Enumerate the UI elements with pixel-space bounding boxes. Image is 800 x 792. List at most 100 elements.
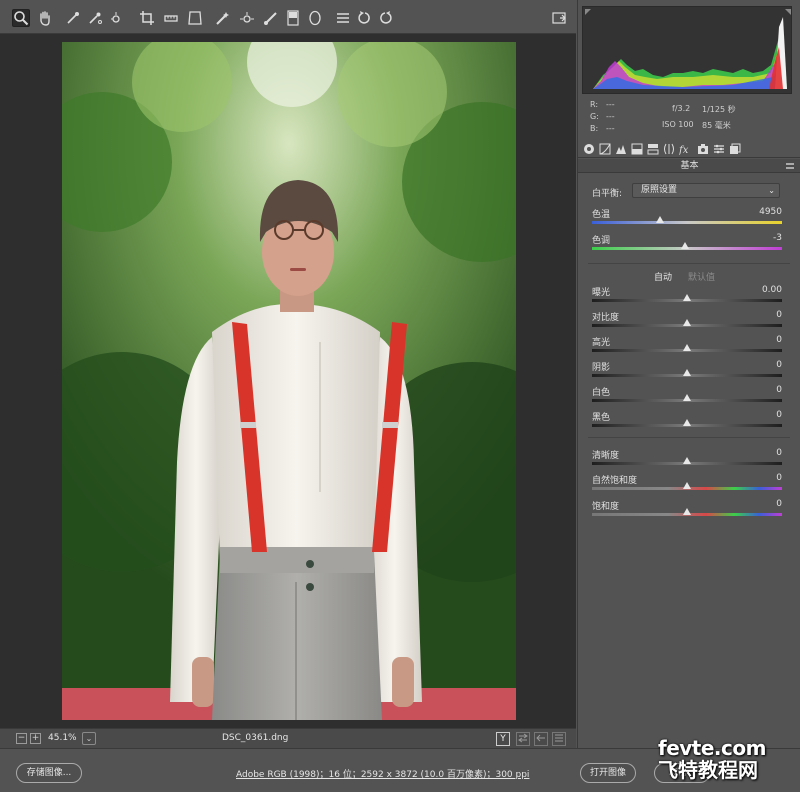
slider-thumb[interactable]: [683, 319, 691, 326]
histogram: [582, 6, 792, 94]
tab-tone-curve[interactable]: [598, 142, 612, 156]
preview-photo[interactable]: [62, 42, 516, 720]
white-balance-tool-icon[interactable]: [64, 9, 82, 27]
slider-thumb[interactable]: [683, 294, 691, 301]
default-button[interactable]: 默认值: [688, 270, 715, 283]
tab-presets[interactable]: [712, 142, 726, 156]
rotate-right-icon[interactable]: [376, 9, 394, 27]
r-label: R:: [590, 100, 599, 109]
b-label: B:: [590, 124, 599, 133]
swap-settings-button[interactable]: [516, 732, 530, 746]
slider-value[interactable]: 0: [776, 448, 782, 458]
slider-row[interactable]: 黑色 0: [592, 410, 782, 432]
slider-row[interactable]: 对比度 0: [592, 310, 782, 332]
iso-value: ISO 100: [662, 120, 694, 129]
zoom-out-button[interactable]: −: [16, 733, 27, 744]
radial-filter-tool-icon[interactable]: [306, 9, 324, 27]
slider-thumb[interactable]: [683, 344, 691, 351]
toggle-settings-button[interactable]: [552, 732, 566, 746]
preferences-tool-icon[interactable]: [334, 9, 352, 27]
before-after-toggle-button[interactable]: Y: [496, 732, 510, 746]
slider-thumb[interactable]: [683, 508, 691, 515]
g-label: G:: [590, 112, 599, 121]
slider-row[interactable]: 色温 4950: [592, 207, 782, 229]
slider-value[interactable]: 0: [776, 385, 782, 395]
tab-split-toning[interactable]: [646, 142, 660, 156]
hsl-icon: [631, 143, 643, 155]
slider-value[interactable]: 4950: [759, 207, 782, 217]
slider-row[interactable]: 白色 0: [592, 385, 782, 407]
crop-tool-icon[interactable]: [138, 9, 156, 27]
tab-hsl[interactable]: [630, 142, 644, 156]
toggle-icon: [555, 734, 563, 742]
zoom-in-button[interactable]: +: [30, 733, 41, 744]
slider-row[interactable]: 色调 -3: [592, 233, 782, 255]
open-image-button[interactable]: 打开图像: [580, 763, 636, 783]
slider-thumb[interactable]: [681, 242, 690, 249]
focal-length-value: 85 毫米: [702, 121, 731, 130]
slider-thumb[interactable]: [656, 216, 665, 223]
slider-label: 阴影: [592, 363, 611, 373]
right-panel: R: --- G: --- B: --- f/3.2 1/125 秒 ISO 1…: [577, 0, 800, 748]
tone-curve-icon: [599, 143, 611, 155]
red-eye-tool-icon[interactable]: [238, 9, 256, 27]
color-sampler-tool-icon[interactable]: [86, 9, 104, 27]
slider-thumb[interactable]: [683, 394, 691, 401]
shutter-value: 1/125 秒: [702, 105, 736, 114]
slider-row[interactable]: 清晰度 0: [592, 448, 782, 470]
targeted-adjustment-tool-icon[interactable]: [108, 9, 126, 27]
transform-tool-icon[interactable]: [186, 9, 204, 27]
highlight-clipping-icon: [785, 9, 791, 15]
slider-value[interactable]: 0: [776, 360, 782, 370]
slider-row[interactable]: 自然饱和度 0: [592, 473, 782, 495]
hand-tool-icon[interactable]: [36, 9, 54, 27]
copy-settings-button[interactable]: [534, 732, 548, 746]
slider-row[interactable]: 高光 0: [592, 335, 782, 357]
tab-snapshots[interactable]: [728, 142, 742, 156]
tab-effects[interactable]: fx: [678, 142, 692, 156]
save-image-button[interactable]: 存储图像...: [16, 763, 82, 783]
slider-row[interactable]: 饱和度 0: [592, 499, 782, 521]
image-preview-area[interactable]: [0, 34, 576, 728]
snapshots-icon: [730, 143, 741, 154]
zoom-tool-icon[interactable]: [12, 9, 30, 27]
white-balance-select[interactable]: 原照设置 ⌄: [632, 183, 780, 198]
slider-thumb[interactable]: [683, 419, 691, 426]
slider-value[interactable]: 0: [776, 410, 782, 420]
slider-row[interactable]: 曝光 0.00: [592, 285, 782, 307]
slider-value[interactable]: -3: [773, 233, 782, 243]
slider-thumb[interactable]: [683, 482, 691, 489]
divider: [588, 437, 790, 438]
adjustment-brush-tool-icon[interactable]: [262, 9, 280, 27]
white-balance-label: 白平衡:: [592, 189, 623, 199]
tab-detail[interactable]: [614, 142, 628, 156]
slider-value[interactable]: 0: [776, 335, 782, 345]
svg-text:fx: fx: [679, 145, 689, 155]
auto-button[interactable]: 自动: [654, 270, 672, 283]
straighten-tool-icon[interactable]: [162, 9, 180, 27]
slider-row[interactable]: 阴影 0: [592, 360, 782, 382]
split-toning-icon: [647, 144, 659, 155]
zoom-level-text: 45.1%: [48, 733, 77, 743]
tab-basic[interactable]: [582, 142, 596, 156]
r-value: ---: [606, 100, 615, 109]
slider-value[interactable]: 0.00: [762, 285, 782, 295]
fullscreen-toggle-icon[interactable]: [550, 9, 568, 27]
slider-value[interactable]: 0: [776, 310, 782, 320]
slider-label: 色温: [592, 210, 611, 220]
workflow-options-link[interactable]: Adobe RGB (1998)；16 位；2592 x 3872 (10.0 …: [236, 767, 529, 780]
slider-value[interactable]: 0: [776, 499, 782, 509]
slider-value[interactable]: 0: [776, 473, 782, 483]
slider-track[interactable]: [592, 221, 782, 224]
slider-thumb[interactable]: [683, 457, 691, 464]
rotate-left-icon[interactable]: [356, 9, 374, 27]
panel-menu-icon[interactable]: [786, 163, 794, 169]
graduated-filter-tool-icon[interactable]: [284, 9, 302, 27]
slider-label: 白色: [592, 388, 611, 398]
slider-thumb[interactable]: [683, 369, 691, 376]
tab-lens-corrections[interactable]: [662, 142, 676, 156]
panel-tabs: fx: [578, 140, 800, 158]
spot-removal-tool-icon[interactable]: [214, 9, 232, 27]
tab-camera-calibration[interactable]: [696, 142, 710, 156]
zoom-dropdown-button[interactable]: ⌄: [82, 732, 96, 745]
